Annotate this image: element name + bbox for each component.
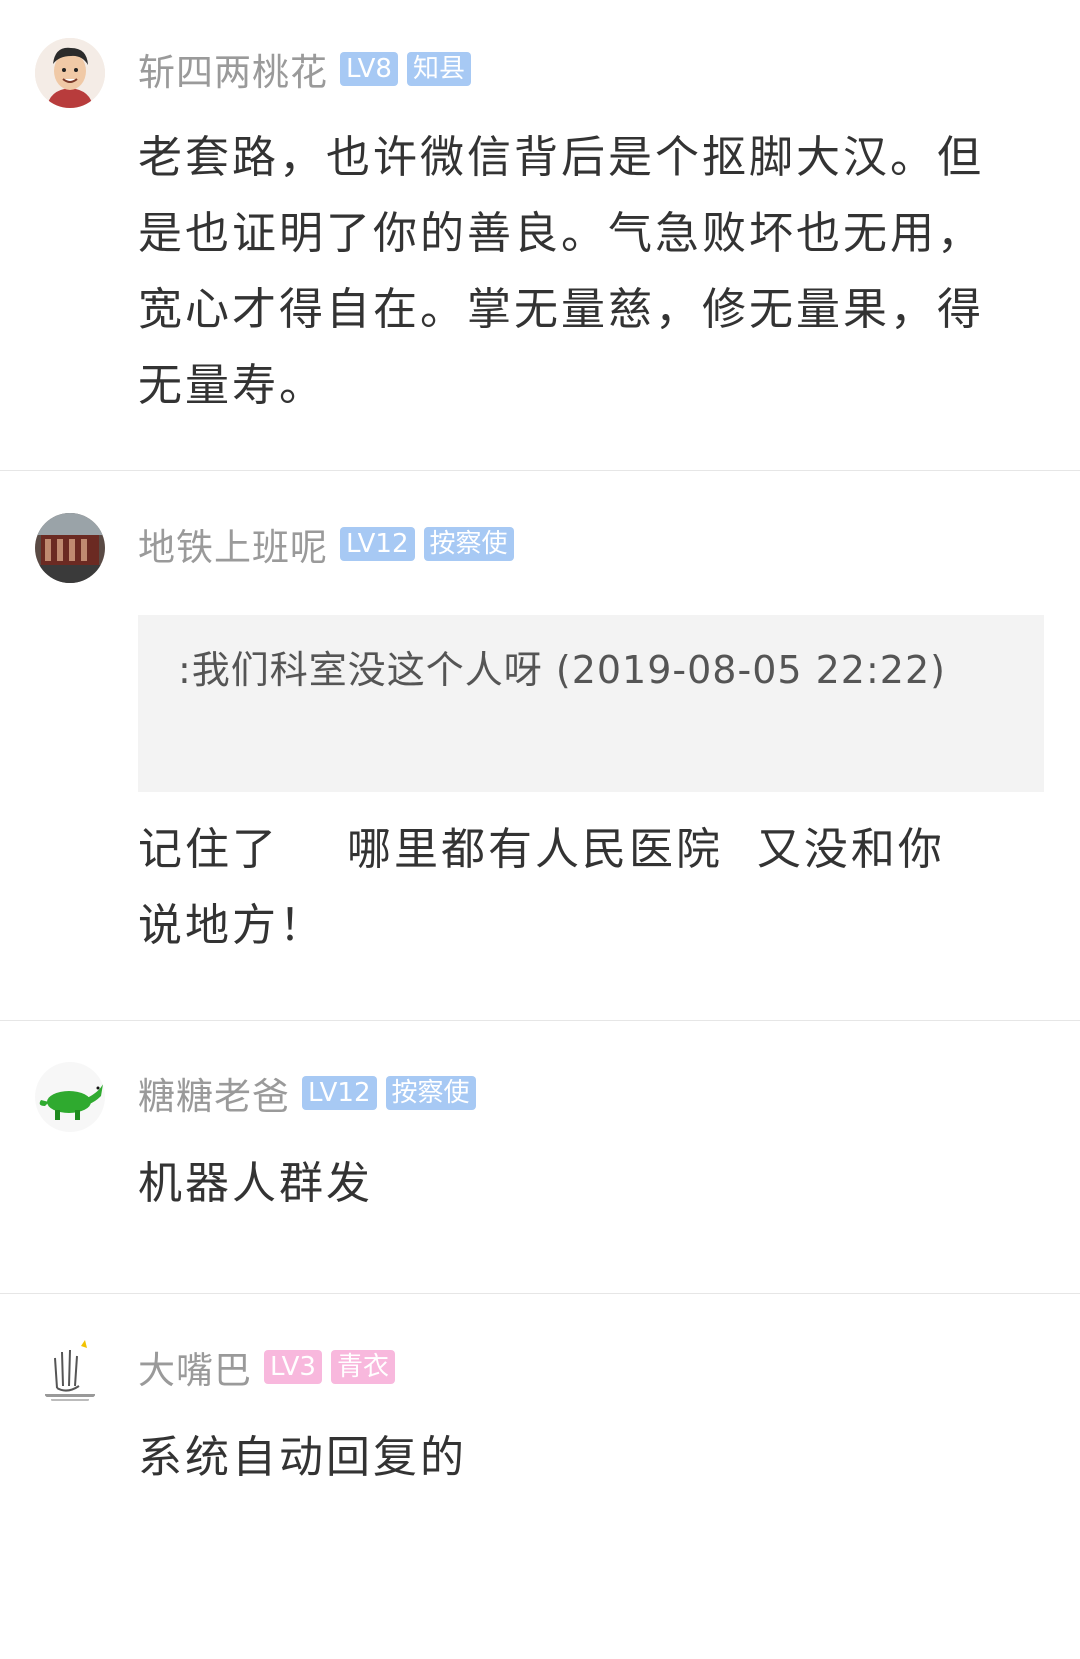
title-badge: 按察使	[385, 1076, 476, 1110]
divider	[0, 470, 1080, 471]
username[interactable]: 糖糖老爸	[138, 1066, 290, 1120]
divider	[0, 1020, 1080, 1021]
avatar[interactable]	[35, 1062, 105, 1132]
avatar[interactable]	[35, 38, 105, 108]
cartoon-man-avatar-icon	[35, 38, 105, 108]
sketch-hand-avatar-icon	[35, 1336, 105, 1406]
avatar[interactable]	[35, 513, 105, 583]
comment-text: 系统自动回复的	[138, 1432, 467, 1483]
comment-text: 机器人群发	[138, 1158, 373, 1209]
avatar[interactable]	[35, 1336, 105, 1406]
username[interactable]: 斩四两桃花	[138, 42, 328, 96]
title-badge: 按察使	[423, 527, 514, 561]
divider	[0, 1293, 1080, 1294]
level-badge: LV8	[340, 52, 398, 86]
username[interactable]: 地铁上班呢	[138, 517, 328, 571]
username[interactable]: 大嘴巴	[138, 1340, 252, 1394]
comment-text: 记住了 哪里都有人民医院 又没和你说地方！	[138, 824, 945, 951]
level-badge: LV12	[302, 1076, 377, 1110]
building-photo-avatar-icon	[35, 513, 105, 583]
title-badge: 青衣	[330, 1350, 395, 1384]
title-badge: 知县	[406, 52, 471, 86]
comment-text: 老套路，也许微信背后是个抠脚大汉。但是也证明了你的善良。气急败坏也无用，宽心才得…	[138, 132, 984, 411]
level-badge: LV3	[264, 1350, 322, 1384]
green-dinosaur-avatar-icon	[35, 1062, 105, 1132]
quoted-reply[interactable]: :我们科室没这个人呀 (2019-08-05 22:22)	[138, 615, 1044, 792]
level-badge: LV12	[340, 527, 415, 561]
